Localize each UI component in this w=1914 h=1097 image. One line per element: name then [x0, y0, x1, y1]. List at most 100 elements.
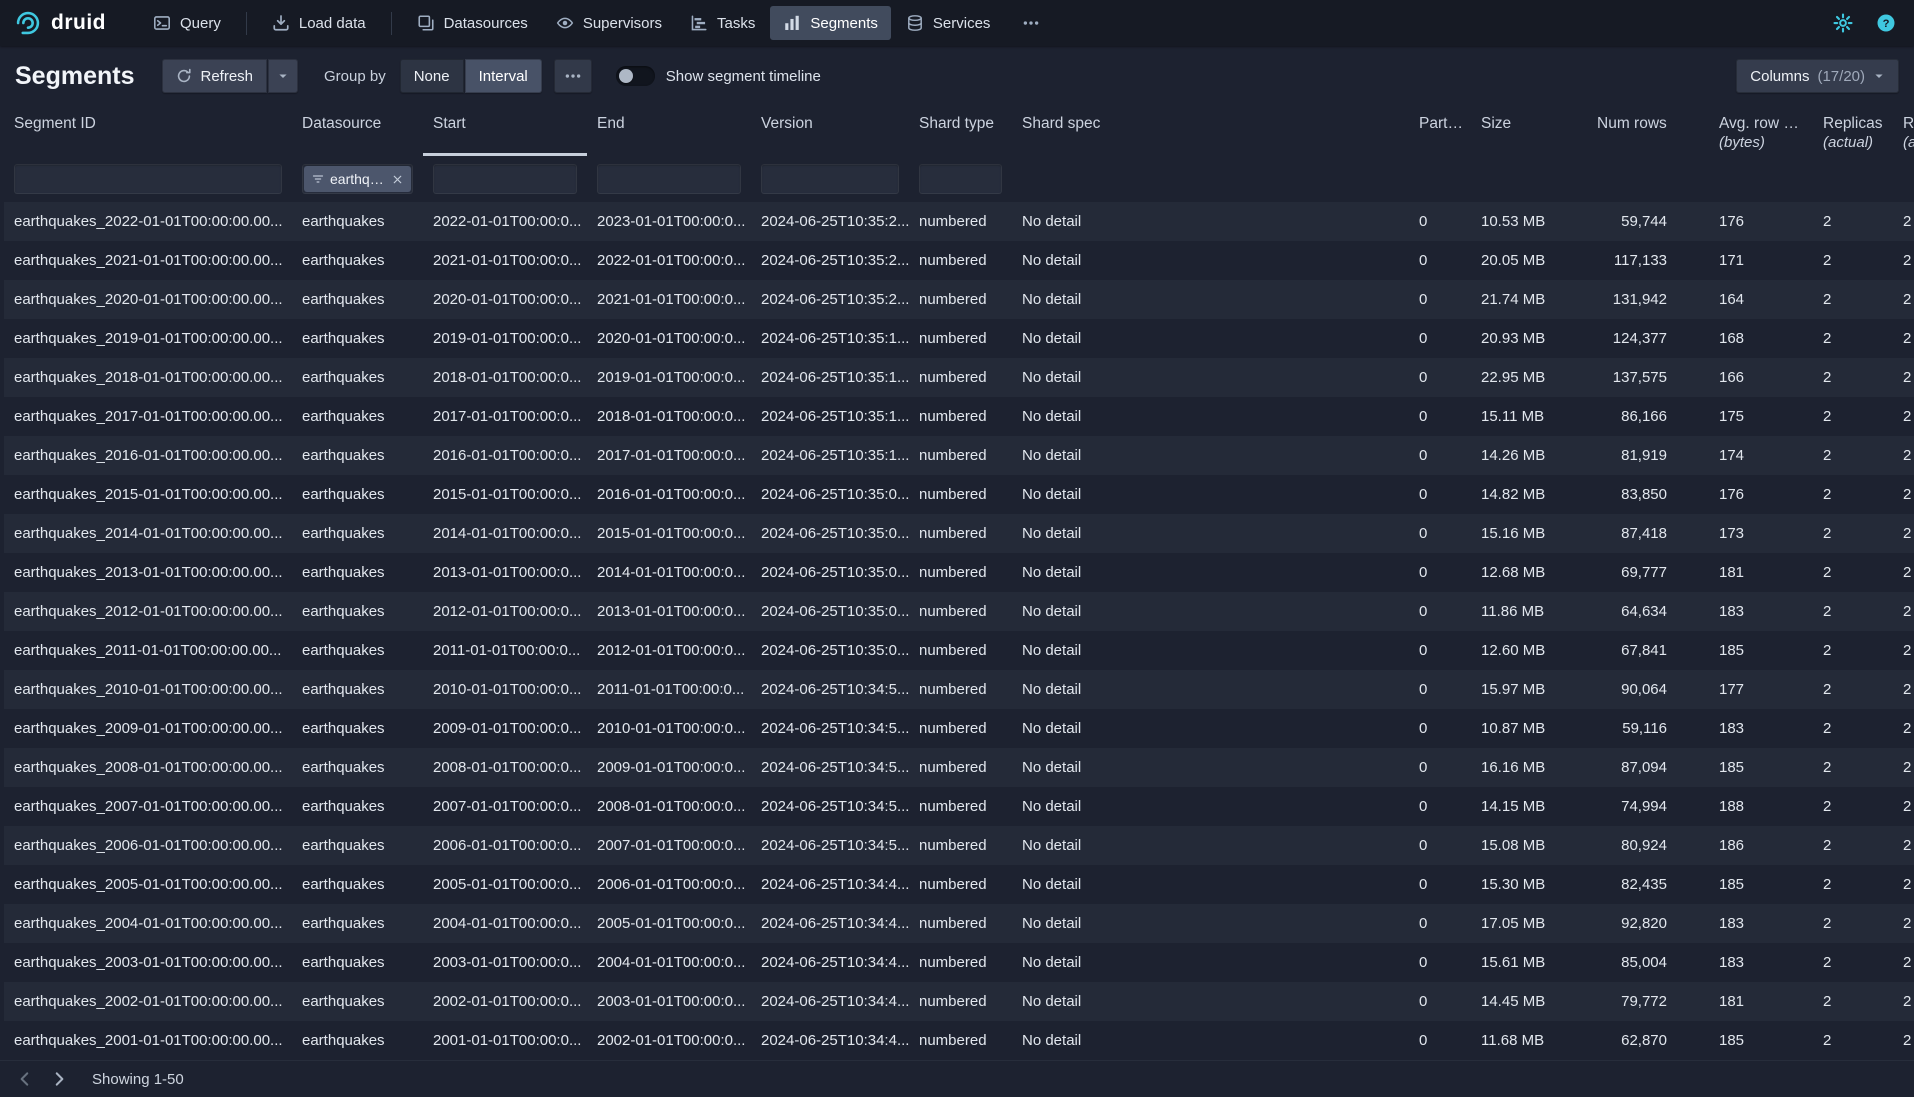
- column-header-end[interactable]: End: [587, 106, 751, 156]
- table-row[interactable]: earthquakes_2014-01-01T00:00:00.00...ear…: [4, 514, 1914, 553]
- nav-item-label: Supervisors: [583, 15, 662, 32]
- table-row[interactable]: earthquakes_2019-01-01T00:00:00.00...ear…: [4, 319, 1914, 358]
- table-row[interactable]: earthquakes_2008-01-01T00:00:00.00...ear…: [4, 748, 1914, 787]
- filter-input-start[interactable]: [433, 164, 577, 194]
- column-header-partition[interactable]: Partition: [1409, 106, 1471, 156]
- header-more-button[interactable]: [554, 59, 592, 93]
- cell-partition: 0: [1409, 837, 1471, 854]
- toggle-switch[interactable]: [616, 66, 655, 86]
- filter-input-version[interactable]: [761, 164, 899, 194]
- table-row[interactable]: earthquakes_2015-01-01T00:00:00.00...ear…: [4, 475, 1914, 514]
- cell-replication_factor: 2: [1893, 1032, 1914, 1049]
- column-header-num_rows[interactable]: Num rows: [1587, 106, 1709, 156]
- column-label: Avg. row size: [1719, 115, 1805, 133]
- group-by-none-button[interactable]: None: [400, 59, 464, 93]
- table-row[interactable]: earthquakes_2005-01-01T00:00:00.00...ear…: [4, 865, 1914, 904]
- group-by-interval-button[interactable]: Interval: [465, 59, 542, 93]
- cell-end: 2018-01-01T00:00:0...: [587, 408, 751, 425]
- cell-segment_id: earthquakes_2014-01-01T00:00:00.00...: [4, 525, 292, 542]
- columns-label: Columns: [1750, 68, 1809, 85]
- table-row[interactable]: earthquakes_2002-01-01T00:00:00.00...ear…: [4, 982, 1914, 1021]
- cell-segment_id: earthquakes_2009-01-01T00:00:00.00...: [4, 720, 292, 737]
- cell-avg_row_size: 185: [1709, 876, 1813, 893]
- cell-replication_factor: 2: [1893, 915, 1914, 932]
- table-row[interactable]: earthquakes_2003-01-01T00:00:00.00...ear…: [4, 943, 1914, 982]
- cell-segment_id: earthquakes_2016-01-01T00:00:00.00...: [4, 447, 292, 464]
- cell-num_rows: 87,094: [1587, 759, 1709, 776]
- navbar: druid Query Load data Datasources Superviso…: [0, 0, 1914, 46]
- filter-input-segment_id[interactable]: [14, 164, 282, 194]
- cell-version: 2024-06-25T10:35:0...: [751, 642, 909, 659]
- column-header-size[interactable]: Size: [1471, 106, 1587, 156]
- table-row[interactable]: earthquakes_2009-01-01T00:00:00.00...ear…: [4, 709, 1914, 748]
- cell-replicas: 2: [1813, 330, 1893, 347]
- cell-segment_id: earthquakes_2001-01-01T00:00:00.00...: [4, 1032, 292, 1049]
- column-header-version[interactable]: Version: [751, 106, 909, 156]
- gear-icon: [1833, 13, 1853, 33]
- table-row[interactable]: earthquakes_2020-01-01T00:00:00.00...ear…: [4, 280, 1914, 319]
- nav-item-tasks[interactable]: Tasks: [677, 6, 768, 40]
- cell-replicas: 2: [1813, 447, 1893, 464]
- cell-replicas: 2: [1813, 720, 1893, 737]
- table-row[interactable]: earthquakes_2016-01-01T00:00:00.00...ear…: [4, 436, 1914, 475]
- cell-shard_spec: No detail: [1012, 447, 1409, 464]
- table-row[interactable]: earthquakes_2013-01-01T00:00:00.00...ear…: [4, 553, 1914, 592]
- column-header-avg_row_size[interactable]: Avg. row size(bytes): [1709, 106, 1813, 156]
- table-row[interactable]: earthquakes_2001-01-01T00:00:00.00...ear…: [4, 1021, 1914, 1060]
- refresh-options-button[interactable]: [268, 59, 298, 93]
- table-row[interactable]: earthquakes_2021-01-01T00:00:00.00...ear…: [4, 241, 1914, 280]
- cell-datasource: earthquakes: [292, 993, 423, 1010]
- table-row[interactable]: earthquakes_2011-01-01T00:00:00.00...ear…: [4, 631, 1914, 670]
- table-row[interactable]: earthquakes_2017-01-01T00:00:00.00...ear…: [4, 397, 1914, 436]
- table-row[interactable]: earthquakes_2022-01-01T00:00:00.00...ear…: [4, 202, 1914, 241]
- prev-page-button[interactable]: [10, 1065, 40, 1093]
- columns-button[interactable]: Columns (17/20): [1736, 59, 1899, 93]
- help-button[interactable]: ?: [1872, 9, 1900, 37]
- nav-item-supervisors[interactable]: Supervisors: [543, 6, 675, 40]
- table-row[interactable]: earthquakes_2010-01-01T00:00:00.00...ear…: [4, 670, 1914, 709]
- services-icon: [906, 14, 924, 32]
- nav-item-load-data[interactable]: Load data: [259, 6, 379, 40]
- column-header-shard_type[interactable]: Shard type: [909, 106, 1012, 156]
- refresh-button[interactable]: Refresh: [162, 59, 267, 93]
- cell-start: 2020-01-01T00:00:0...: [423, 291, 587, 308]
- cell-size: 12.68 MB: [1471, 564, 1587, 581]
- cell-replicas: 2: [1813, 759, 1893, 776]
- filter-input-end[interactable]: [597, 164, 741, 194]
- brand[interactable]: druid: [14, 9, 106, 37]
- nav-item-query[interactable]: Query: [140, 6, 234, 40]
- nav-item-datasources[interactable]: Datasources: [404, 6, 541, 40]
- column-header-segment_id[interactable]: Segment ID: [4, 106, 292, 156]
- cell-end: 2010-01-01T00:00:0...: [587, 720, 751, 737]
- cell-avg_row_size: 168: [1709, 330, 1813, 347]
- cell-shard_type: numbered: [909, 252, 1012, 269]
- caret-down-icon: [1873, 70, 1885, 82]
- table-row[interactable]: earthquakes_2004-01-01T00:00:00.00...ear…: [4, 904, 1914, 943]
- column-label: Shard spec: [1022, 115, 1401, 133]
- column-header-start[interactable]: Start: [423, 106, 587, 156]
- remove-filter-button[interactable]: [391, 173, 404, 186]
- settings-button[interactable]: [1829, 9, 1857, 37]
- datasource-filter-tag[interactable]: earthquake: [304, 166, 411, 192]
- filter-input-shard_type[interactable]: [919, 164, 1002, 194]
- cell-partition: 0: [1409, 330, 1471, 347]
- nav-more-button[interactable]: [1009, 6, 1053, 40]
- cell-shard_spec: No detail: [1012, 252, 1409, 269]
- segment-timeline-toggle[interactable]: Show segment timeline: [616, 66, 821, 86]
- cell-shard_spec: No detail: [1012, 954, 1409, 971]
- filter-cell-segment_id: [4, 164, 292, 194]
- table-row[interactable]: earthquakes_2018-01-01T00:00:00.00...ear…: [4, 358, 1914, 397]
- table-row[interactable]: earthquakes_2012-01-01T00:00:00.00...ear…: [4, 592, 1914, 631]
- next-page-button[interactable]: [44, 1065, 74, 1093]
- column-header-shard_spec[interactable]: Shard spec: [1012, 106, 1409, 156]
- filter-input-datasource[interactable]: earthquake: [302, 164, 413, 194]
- column-header-datasource[interactable]: Datasource: [292, 106, 423, 156]
- table-row[interactable]: earthquakes_2007-01-01T00:00:00.00...ear…: [4, 787, 1914, 826]
- column-header-replicas[interactable]: Replicas(actual): [1813, 106, 1893, 156]
- column-sublabel: (bytes): [1719, 134, 1805, 151]
- more-icon: [564, 67, 582, 85]
- nav-item-services[interactable]: Services: [893, 6, 1004, 40]
- table-row[interactable]: earthquakes_2006-01-01T00:00:00.00...ear…: [4, 826, 1914, 865]
- column-header-replication_factor[interactable]: Replication factor(aspirational): [1893, 106, 1914, 156]
- nav-item-segments[interactable]: Segments: [770, 6, 891, 40]
